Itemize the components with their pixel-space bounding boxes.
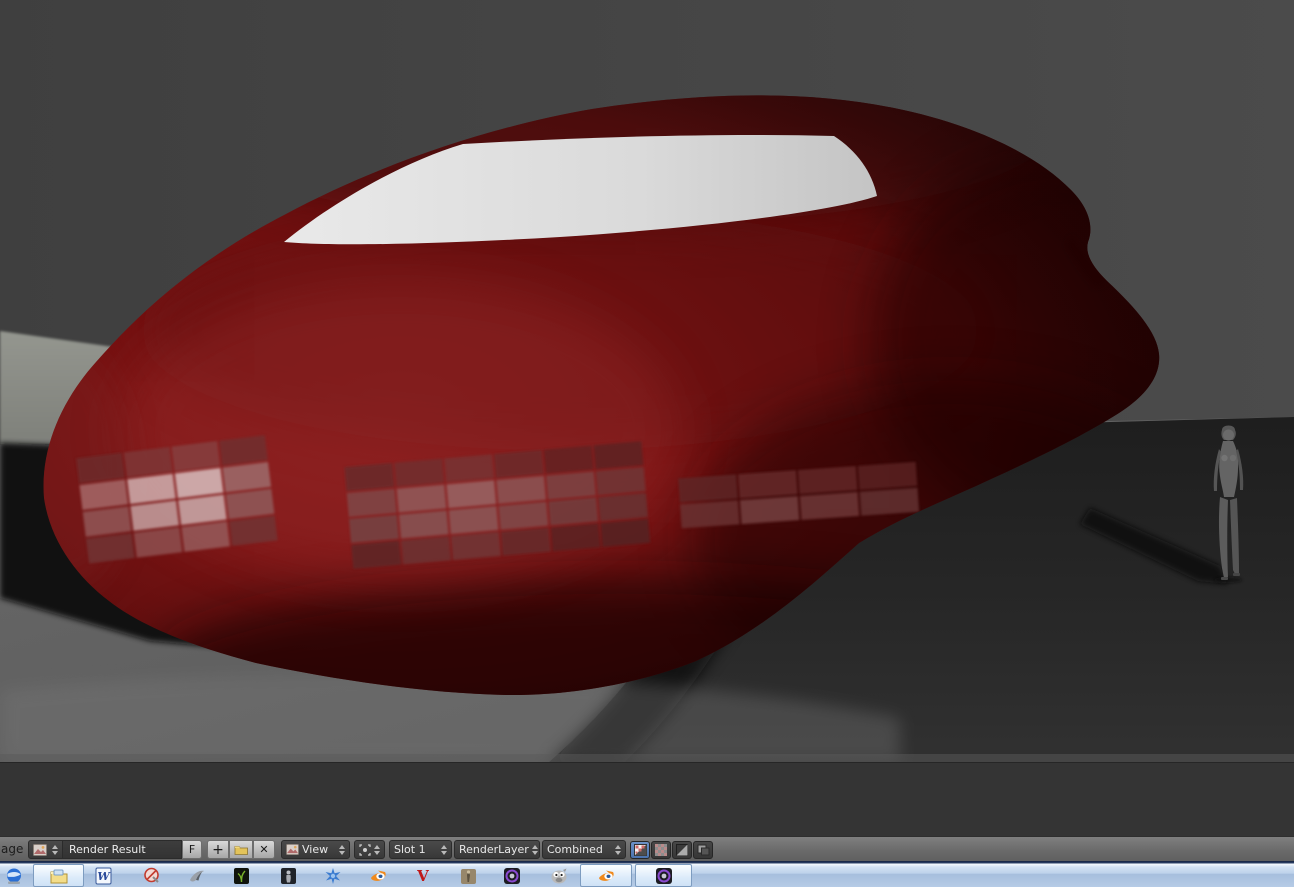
image-icon	[286, 844, 299, 855]
taskbar-blender-quicklaunch[interactable]	[369, 867, 387, 885]
draw-alpha-toggle[interactable]	[630, 841, 650, 859]
plus-icon: +	[212, 841, 224, 858]
browse-spinner	[52, 844, 58, 855]
render-pass-dropdown[interactable]: Combined	[542, 840, 626, 859]
v-icon: V	[417, 867, 429, 885]
google-earth-icon	[7, 868, 21, 884]
layers-toggle[interactable]	[693, 841, 713, 859]
fake-user-button[interactable]: F	[182, 840, 202, 859]
gradient-diagonal-icon	[676, 844, 688, 856]
display-mode-dropdown[interactable]	[354, 840, 385, 859]
folder-icon	[50, 869, 67, 883]
open-image-button[interactable]	[229, 840, 253, 859]
taskbar-google-earth[interactable]	[5, 867, 23, 885]
blocked-circle-icon	[144, 867, 159, 883]
render-layer-dropdown[interactable]: RenderLayer	[454, 840, 540, 859]
pass-value: Combined	[547, 843, 603, 856]
layered-squares-icon	[697, 844, 709, 856]
blender-window: age Render Result F + ✕ View Slot 1 Rend…	[0, 0, 1294, 887]
image-name-field[interactable]: Render Result	[63, 840, 182, 859]
taskbar-purple-lens-quicklaunch[interactable]	[503, 867, 521, 885]
image-browse-button[interactable]	[28, 840, 63, 859]
folder-icon	[234, 845, 248, 855]
render-scene	[0, 0, 1294, 763]
taskbar-window-explorer[interactable]	[33, 864, 84, 887]
taskbar-gimp[interactable]	[550, 867, 568, 885]
close-icon: ✕	[259, 843, 269, 856]
taskbar-word[interactable]: W	[94, 867, 112, 885]
image-icon	[33, 843, 47, 856]
purple-lens-icon	[504, 868, 520, 884]
image-editor-header: age Render Result F + ✕ View Slot 1 Rend…	[0, 836, 1294, 861]
taskbar-figurine-app[interactable]	[279, 867, 297, 885]
blender-icon	[371, 870, 386, 881]
z-buffer-toggle[interactable]	[672, 841, 692, 859]
taskbar-media-blocked[interactable]	[143, 867, 161, 885]
taskbar-blue-star-app[interactable]	[324, 867, 342, 885]
render-display-icon	[359, 843, 371, 856]
view-dropdown[interactable]: View	[281, 840, 350, 859]
tan-figure-icon	[460, 868, 476, 884]
taskbar-v-app[interactable]: V	[414, 867, 432, 885]
view-label: View	[302, 843, 329, 856]
new-image-button[interactable]: +	[207, 840, 229, 859]
figurine-icon	[280, 868, 296, 884]
checkerboard-icon	[655, 844, 667, 856]
slot-dropdown[interactable]: Slot 1	[389, 840, 452, 859]
slot-value: Slot 1	[394, 843, 426, 856]
image-name-value: Render Result	[69, 843, 146, 856]
purple-lens-icon	[655, 867, 672, 884]
svg-text:W: W	[97, 870, 111, 883]
swoosh-icon	[190, 870, 204, 882]
word-icon: W	[95, 867, 111, 885]
plant-icon	[233, 868, 249, 884]
taskbar-window-blender[interactable]	[580, 864, 632, 887]
layer-value: RenderLayer	[459, 843, 529, 856]
alpha-only-toggle[interactable]	[651, 841, 671, 859]
blender-icon	[599, 870, 614, 881]
render-result-image[interactable]	[0, 0, 1294, 836]
windows-taskbar: W V	[0, 861, 1294, 887]
taskbar-window-purple-lens[interactable]	[635, 864, 692, 887]
gimp-icon	[551, 868, 567, 884]
alpha-checker-icon	[633, 844, 647, 856]
taskbar-plant-app[interactable]	[232, 867, 250, 885]
taskbar-tan-figure-app[interactable]	[459, 867, 477, 885]
image-menu[interactable]: age	[1, 842, 23, 856]
blue-star-icon	[325, 868, 341, 884]
taskbar-swoosh-app[interactable]	[188, 867, 206, 885]
unlink-image-button[interactable]: ✕	[253, 840, 275, 859]
